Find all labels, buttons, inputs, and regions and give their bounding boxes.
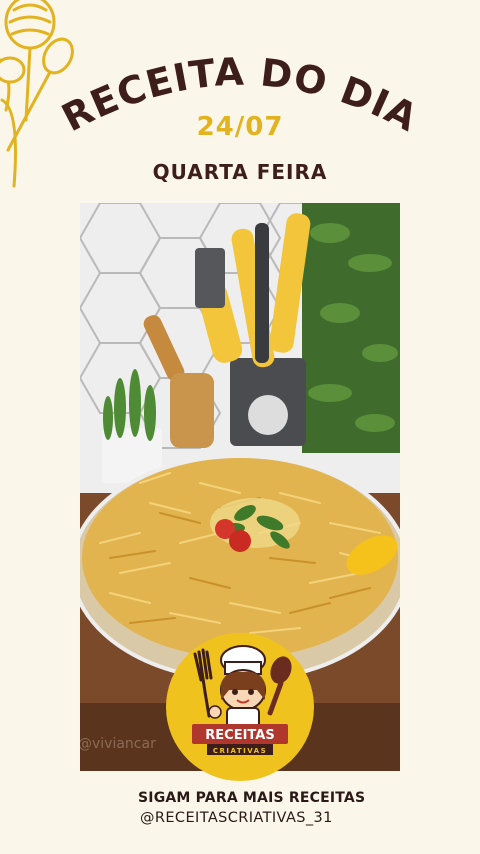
logo-text-receitas: RECEITAS [205,728,274,743]
photo-watermark: @viviancar [80,736,156,752]
follow-text: SIGAM PARA MAIS RECEITAS [138,790,366,806]
social-handle-link[interactable]: @RECEITASCRIATIVAS_31 [140,810,333,826]
weekday-label: QUARTA FEIRA [152,160,328,184]
date-label: 24/07 [196,112,284,142]
logo-text-criativas: CRIATIVAS [213,747,267,755]
receitas-criativas-logo: RECEITAS CRIATIVAS [166,633,314,781]
